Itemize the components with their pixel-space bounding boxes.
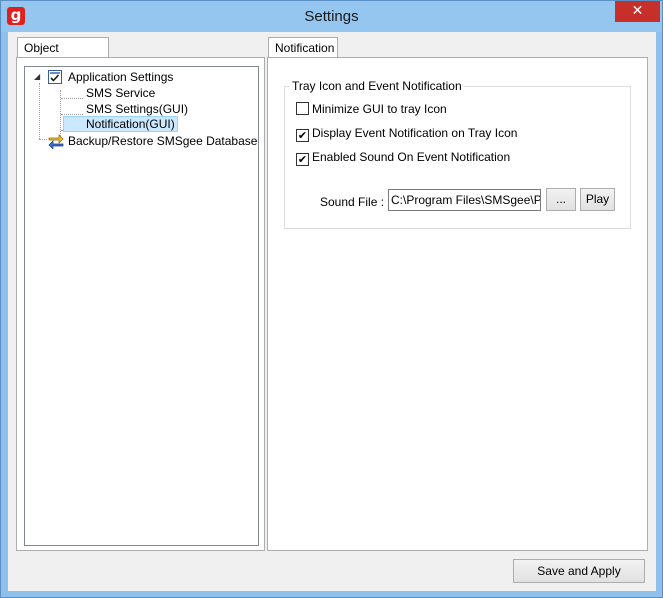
- tab-object-explorer[interactable]: Object Explorer: [17, 37, 109, 69]
- checkmark-icon[interactable]: ✔: [296, 129, 309, 142]
- minimize-to-tray-checkbox[interactable]: Minimize GUI to tray Icon: [296, 101, 447, 117]
- checkmark-icon[interactable]: ✔: [296, 153, 309, 166]
- tree-label: SMS Service: [86, 86, 156, 100]
- settings-checklist-icon: [47, 69, 63, 85]
- backup-restore-arrows-icon: [47, 133, 64, 150]
- tray-notification-group: Tray Icon and Event Notification Minimiz…: [284, 79, 631, 229]
- tree-line: [39, 83, 40, 139]
- tree-item-sms-service[interactable]: SMS Service: [86, 85, 155, 101]
- close-button[interactable]: ✕: [615, 1, 660, 22]
- display-event-notification-checkbox[interactable]: ✔ Display Event Notification on Tray Icon: [296, 125, 518, 142]
- sound-file-input[interactable]: C:\Program Files\SMSgee\PC S: [388, 189, 541, 211]
- checkbox-label: Enabled Sound On Event Notification: [312, 150, 511, 164]
- title-bar[interactable]: g Settings ✕: [1, 1, 662, 32]
- tree-item-sms-settings-gui[interactable]: SMS Settings(GUI): [86, 101, 188, 117]
- enable-sound-checkbox[interactable]: ✔ Enabled Sound On Event Notification: [296, 149, 511, 166]
- tree-item-backup-restore[interactable]: Backup/Restore SMSgee Database: [25, 133, 258, 150]
- client-area: Object Explorer ◢: [8, 32, 656, 591]
- collapse-arrow-icon[interactable]: ◢: [34, 72, 43, 81]
- tree-item-notification-gui[interactable]: Notification(GUI): [63, 116, 178, 132]
- checkbox-unchecked-icon[interactable]: [296, 102, 309, 115]
- tree-label: Backup/Restore SMSgee Database: [68, 134, 258, 148]
- checkbox-label: Minimize GUI to tray Icon: [312, 102, 447, 116]
- play-button[interactable]: Play: [580, 188, 615, 211]
- browse-button[interactable]: ...: [546, 188, 576, 211]
- settings-tree[interactable]: ◢ Application Settings SMS Service SMS S: [24, 66, 259, 546]
- save-and-apply-button[interactable]: Save and Apply: [513, 559, 645, 583]
- window-title: Settings: [304, 8, 359, 25]
- tab-notification[interactable]: Notification: [268, 37, 338, 58]
- tree-item-application-settings[interactable]: ◢ Application Settings: [25, 69, 255, 85]
- notification-panel: Tray Icon and Event Notification Minimiz…: [267, 57, 648, 551]
- settings-window: g Settings ✕ Object Explorer ◢: [0, 0, 663, 598]
- tree-line: [61, 114, 83, 115]
- tree-line: [61, 98, 83, 99]
- sound-file-label: Sound File :: [320, 195, 385, 209]
- tree-label: Notification(GUI): [86, 117, 175, 131]
- object-explorer-panel: ◢ Application Settings SMS Service SMS S: [16, 57, 265, 551]
- tree-label: Application Settings: [68, 70, 174, 84]
- group-title: Tray Icon and Event Notification: [290, 79, 464, 93]
- tree-label: SMS Settings(GUI): [86, 102, 189, 116]
- checkbox-label: Display Event Notification on Tray Icon: [312, 126, 518, 140]
